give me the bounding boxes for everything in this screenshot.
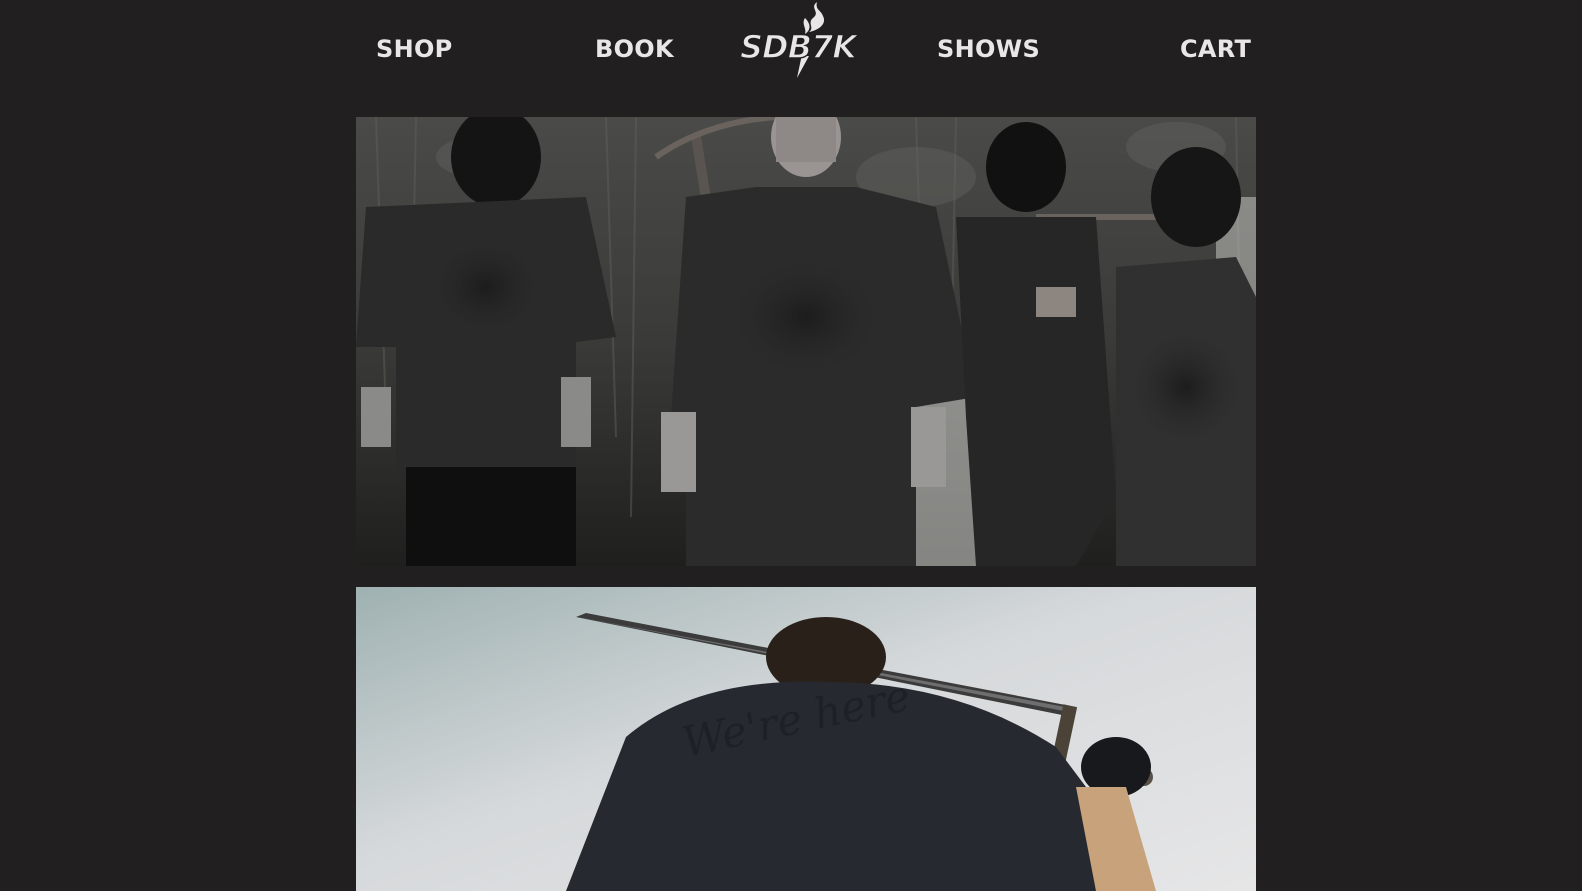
brand-logo[interactable]: SDB7K — [735, 0, 861, 80]
nav-shows-link[interactable]: SHOWS — [937, 33, 1040, 65]
band-photo-graphic — [356, 117, 1256, 566]
brand-logo-text: SDB7K — [740, 28, 859, 66]
nav-cart-link[interactable]: CART — [1180, 33, 1251, 65]
brand-logo-graphic: SDB7K — [739, 2, 861, 78]
hero-image-sword-photo[interactable]: We're here — [356, 587, 1256, 891]
sword-photo-graphic: We're here — [356, 587, 1256, 891]
hero-image-band-photo[interactable] — [356, 117, 1256, 566]
nav-book-link[interactable]: BOOK — [595, 33, 674, 65]
top-navigation: SHOP BOOK SDB7K SHOWS CART — [0, 0, 1582, 100]
page: SHOP BOOK SDB7K SHOWS CART We're here — [0, 0, 1582, 891]
nav-shop-link[interactable]: SHOP — [376, 33, 453, 65]
